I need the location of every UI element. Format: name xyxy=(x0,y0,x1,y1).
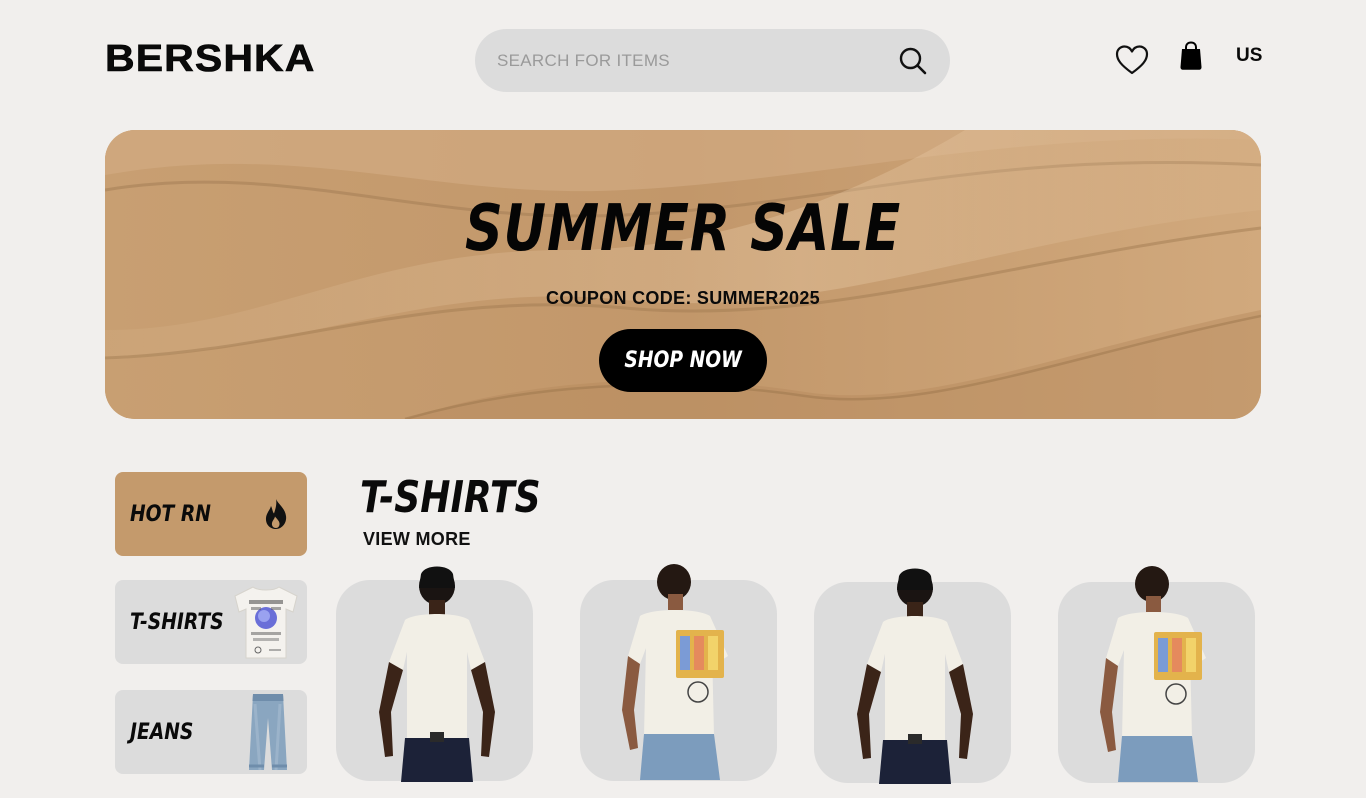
search-icon[interactable] xyxy=(898,46,928,76)
category-jeans[interactable]: JEANS xyxy=(115,690,307,774)
section-title: T-SHIRTS xyxy=(360,472,541,523)
product-image-front xyxy=(379,566,495,782)
category-hot-rn[interactable]: HOT RN xyxy=(115,472,307,556)
shop-now-label: SHOP NOW xyxy=(624,348,742,373)
jeans-thumbnail xyxy=(249,694,287,771)
model-front-figure xyxy=(379,566,495,782)
search-bar[interactable] xyxy=(475,29,950,92)
model-back-figure xyxy=(1100,566,1206,782)
product-image-back xyxy=(1100,566,1206,782)
brand-logo[interactable]: BERSHKA xyxy=(105,38,315,81)
product-image-back xyxy=(622,564,728,780)
shopping-bag-icon[interactable] xyxy=(1179,41,1203,71)
heart-icon[interactable] xyxy=(1115,44,1149,76)
tshirt-thumbnail xyxy=(234,586,298,659)
category-tshirts[interactable]: T-SHIRTS xyxy=(115,580,307,664)
model-front-figure xyxy=(857,568,973,784)
category-label: HOT RN xyxy=(130,501,211,527)
view-more-link[interactable]: VIEW MORE xyxy=(363,529,471,550)
product-image-front xyxy=(857,568,973,784)
promo-banner: SUMMER SALE COUPON CODE: SUMMER2025 SHOP… xyxy=(105,130,1261,419)
coupon-code: COUPON CODE: SUMMER2025 xyxy=(546,288,820,308)
category-label: T-SHIRTS xyxy=(130,609,224,635)
model-back-figure xyxy=(622,564,728,780)
banner-title: SUMMER SALE xyxy=(464,192,902,266)
category-label: JEANS xyxy=(130,719,194,745)
shop-now-button[interactable]: SHOP NOW xyxy=(599,329,767,392)
region-selector[interactable]: US xyxy=(1236,45,1262,67)
search-input[interactable] xyxy=(497,50,890,71)
fire-icon xyxy=(265,499,287,529)
